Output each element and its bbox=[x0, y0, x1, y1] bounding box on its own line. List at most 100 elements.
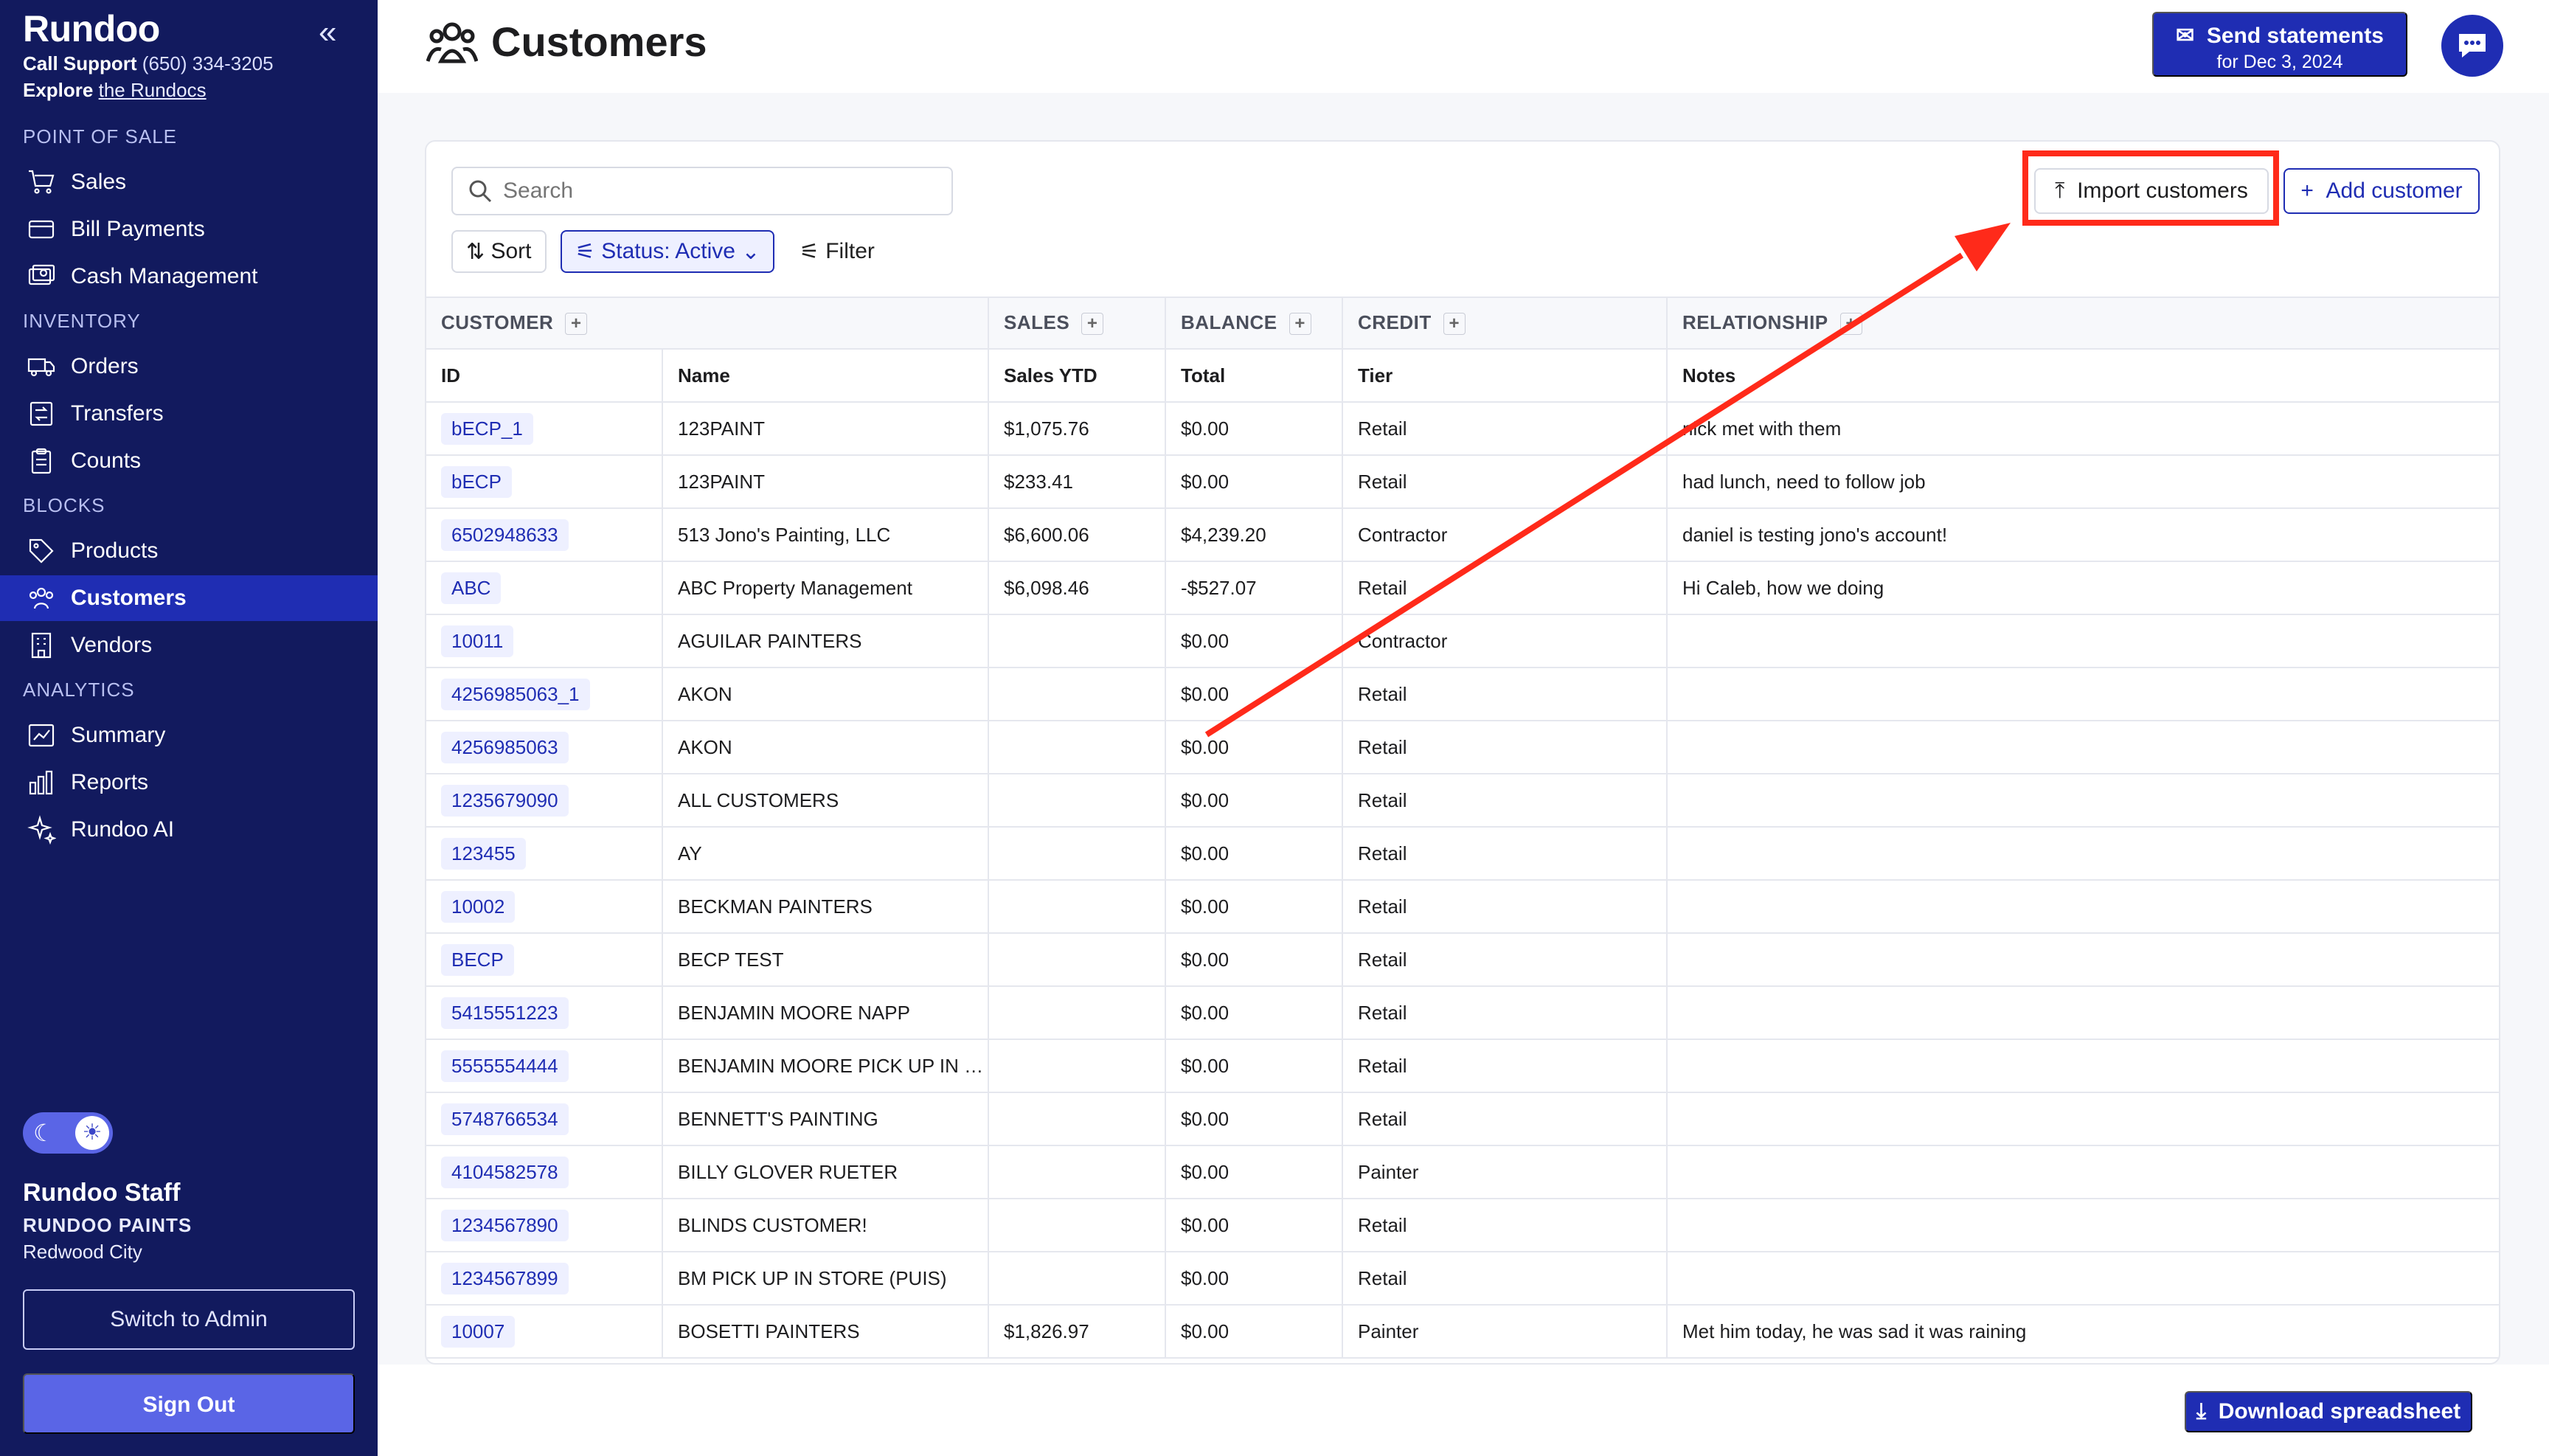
rundocs-link[interactable]: the Rundocs bbox=[99, 79, 207, 101]
customer-id-link[interactable]: 5415551223 bbox=[441, 996, 569, 1029]
group-header-sales: SALES + bbox=[988, 297, 1166, 350]
customer-id-link[interactable]: 5748766534 bbox=[441, 1103, 569, 1135]
customer-id-link[interactable]: BECP bbox=[441, 943, 514, 976]
cell-id[interactable]: 10007 bbox=[426, 1305, 663, 1359]
table-row[interactable]: 10011 AGUILAR PAINTERS $0.00 Contractor bbox=[426, 614, 2499, 668]
table-row[interactable]: 4104582578 BILLY GLOVER RUETER $0.00 Painte… bbox=[426, 1145, 2499, 1199]
column-id[interactable]: ID bbox=[426, 349, 663, 403]
chevron-down-icon: ⌄ bbox=[735, 239, 760, 264]
cell-id[interactable]: 5555554444 bbox=[426, 1039, 663, 1093]
table-row[interactable]: 10002 BECKMAN PAINTERS $0.00 Retail bbox=[426, 880, 2499, 934]
table-row[interactable]: 5555554444 BENJAMIN MOORE PICK UP IN S...… bbox=[426, 1039, 2499, 1093]
table-row[interactable]: bECP 123PAINT $233.41 $0.00 Retail had lunch,… bbox=[426, 455, 2499, 509]
table-row[interactable]: BECP BECP TEST $0.00 Retail bbox=[426, 933, 2499, 987]
add-column-plus-icon[interactable]: + bbox=[1443, 313, 1466, 336]
table-row[interactable]: 10007 BOSETTI PAINTERS $1,826.97 $0.00 Paint… bbox=[426, 1305, 2499, 1359]
cell-id[interactable]: bECP_1 bbox=[426, 402, 663, 456]
cell-id[interactable]: 5415551223 bbox=[426, 986, 663, 1040]
cell-id[interactable]: BECP bbox=[426, 933, 663, 987]
cell-id[interactable]: 6502948633 bbox=[426, 508, 663, 562]
table-row[interactable]: 1234567899 BM PICK UP IN STORE (PUIS) $0.0… bbox=[426, 1252, 2499, 1306]
sidebar-item-customers[interactable]: Customers bbox=[0, 575, 378, 621]
brand-logo[interactable]: Rundoo bbox=[23, 7, 160, 50]
customer-id-link[interactable]: 1234567890 bbox=[441, 1209, 569, 1241]
sidebar-item-rundoo-ai[interactable]: Rundoo AI bbox=[0, 807, 378, 853]
column-total[interactable]: Total bbox=[1165, 349, 1343, 403]
add-column-plus-icon[interactable]: + bbox=[1289, 313, 1311, 336]
customer-id-link[interactable]: 4256985063 bbox=[441, 731, 569, 763]
column-header: ID Name Sales YTD Total Tier Notes bbox=[426, 349, 2499, 403]
sidebar-item-reports[interactable]: Reports bbox=[0, 760, 378, 805]
table-row[interactable]: 5415551223 BENJAMIN MOORE NAPP $0.00 Retail bbox=[426, 986, 2499, 1040]
cell-id[interactable]: ABC bbox=[426, 561, 663, 615]
sidebar-item-transfers[interactable]: Transfers bbox=[0, 391, 378, 437]
sidebar-item-cash-management[interactable]: Cash Management bbox=[0, 254, 378, 299]
table-row[interactable]: bECP_1 123PAINT $1,075.76 $0.00 Retail nick m… bbox=[426, 402, 2499, 456]
table-row[interactable]: ABC ABC Property Management $6,098.46 -$527… bbox=[426, 561, 2499, 615]
cell-id[interactable]: 4256985063_1 bbox=[426, 668, 663, 721]
status-filter-dropdown[interactable]: ⚟ Status: Active ⌄ bbox=[561, 230, 775, 273]
send-statements-button[interactable]: ✉ Send statements for Dec 3, 2024 bbox=[2152, 12, 2407, 77]
customer-id-link[interactable]: 1235679090 bbox=[441, 784, 569, 817]
download-spreadsheet-button[interactable]: ⤓ Download spreadsheet bbox=[2185, 1391, 2472, 1432]
filter-button[interactable]: ⚟ Filter bbox=[786, 230, 888, 273]
support-phone[interactable]: (650) 334-3205 bbox=[142, 52, 274, 74]
cell-id[interactable]: 10011 bbox=[426, 614, 663, 668]
sidebar-item-orders[interactable]: Orders bbox=[0, 344, 378, 389]
sidebar-item-vendors[interactable]: Vendors bbox=[0, 623, 378, 668]
cell-id[interactable]: 1235679090 bbox=[426, 774, 663, 828]
chat-button[interactable] bbox=[2441, 15, 2503, 77]
sidebar-item-products[interactable]: Products bbox=[0, 528, 378, 574]
add-column-plus-icon[interactable]: + bbox=[1081, 313, 1104, 336]
cell-id[interactable]: 123455 bbox=[426, 827, 663, 881]
collapse-sidebar-icon[interactable]: « bbox=[319, 15, 354, 50]
sidebar-item-counts[interactable]: Counts bbox=[0, 438, 378, 484]
add-customer-button[interactable]: + Add customer bbox=[2283, 168, 2480, 214]
cell-total: $0.00 bbox=[1165, 1199, 1343, 1252]
customer-id-link[interactable]: 5555554444 bbox=[441, 1050, 569, 1082]
cell-id[interactable]: 1234567890 bbox=[426, 1199, 663, 1252]
column-tier[interactable]: Tier bbox=[1342, 349, 1668, 403]
cell-id[interactable]: 4256985063 bbox=[426, 721, 663, 774]
table-row[interactable]: 5748766534 BENNETT'S PAINTING $0.00 Retail bbox=[426, 1092, 2499, 1146]
cell-id[interactable]: 1234567899 bbox=[426, 1252, 663, 1306]
cell-sales-ytd bbox=[988, 1145, 1166, 1199]
search-box[interactable] bbox=[451, 167, 953, 215]
table-row[interactable]: 6502948633 513 Jono's Painting, LLC $6,600… bbox=[426, 508, 2499, 562]
sign-out-button[interactable]: Sign Out bbox=[23, 1373, 355, 1434]
customer-id-link[interactable]: 4256985063_1 bbox=[441, 678, 590, 710]
customer-id-link[interactable]: bECP bbox=[441, 465, 512, 498]
customer-id-link[interactable]: 10011 bbox=[441, 625, 514, 657]
customer-id-link[interactable]: 123455 bbox=[441, 837, 526, 870]
customer-id-link[interactable]: 6502948633 bbox=[441, 519, 569, 551]
customer-id-link[interactable]: ABC bbox=[441, 572, 502, 604]
table-row[interactable]: 1235679090 ALL CUSTOMERS $0.00 Retail bbox=[426, 774, 2499, 828]
customer-id-link[interactable]: 1234567899 bbox=[441, 1262, 569, 1294]
users-icon bbox=[426, 22, 478, 63]
cell-id[interactable]: bECP bbox=[426, 455, 663, 509]
cell-id[interactable]: 5748766534 bbox=[426, 1092, 663, 1146]
customer-id-link[interactable]: 10007 bbox=[441, 1315, 516, 1348]
theme-toggle[interactable]: ☾ ☀ bbox=[23, 1112, 113, 1154]
sidebar-item-summary[interactable]: Summary bbox=[0, 713, 378, 758]
search-input[interactable] bbox=[503, 178, 916, 204]
add-column-plus-icon[interactable]: + bbox=[1839, 313, 1862, 336]
customer-id-link[interactable]: 4104582578 bbox=[441, 1156, 569, 1188]
table-row[interactable]: 123455 AY $0.00 Retail bbox=[426, 827, 2499, 881]
cell-total: $0.00 bbox=[1165, 721, 1343, 774]
column-name[interactable]: Name bbox=[662, 349, 989, 403]
cell-id[interactable]: 4104582578 bbox=[426, 1145, 663, 1199]
add-column-plus-icon[interactable]: + bbox=[565, 313, 588, 336]
table-row[interactable]: 4256985063 AKON $0.00 Retail bbox=[426, 721, 2499, 774]
customer-id-link[interactable]: 10002 bbox=[441, 890, 516, 923]
switch-to-admin-button[interactable]: Switch to Admin bbox=[23, 1289, 355, 1350]
table-row[interactable]: 4256985063_1 AKON $0.00 Retail bbox=[426, 668, 2499, 721]
sidebar-item-sales[interactable]: Sales bbox=[0, 159, 378, 205]
table-row[interactable]: 1234567890 BLINDS CUSTOMER! $0.00 Retail bbox=[426, 1199, 2499, 1252]
sidebar-item-bill-payments[interactable]: Bill Payments bbox=[0, 207, 378, 252]
column-sales-ytd[interactable]: Sales YTD bbox=[988, 349, 1166, 403]
column-notes[interactable]: Notes bbox=[1667, 349, 2499, 403]
sort-button[interactable]: ⇅ Sort bbox=[451, 230, 547, 273]
cell-id[interactable]: 10002 bbox=[426, 880, 663, 934]
customer-id-link[interactable]: bECP_1 bbox=[441, 412, 533, 445]
